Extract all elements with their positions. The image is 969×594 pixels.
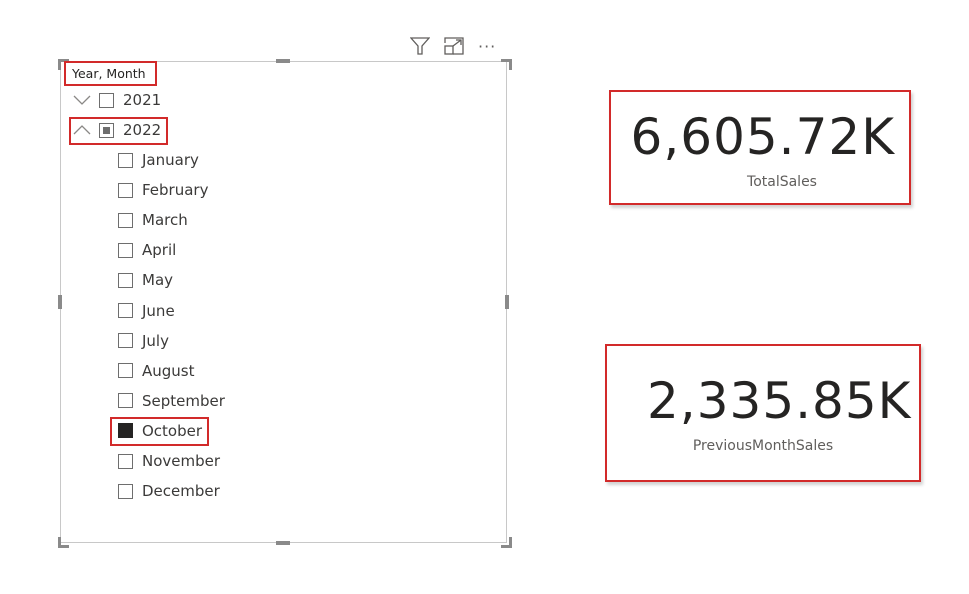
month-label: September bbox=[142, 391, 225, 410]
month-checkbox[interactable] bbox=[118, 242, 133, 258]
chevron-down-icon[interactable] bbox=[73, 93, 91, 107]
month-checkbox[interactable] bbox=[118, 152, 133, 168]
previous-month-sales-card[interactable]: 2,335.85K PreviousMonthSales bbox=[605, 344, 921, 482]
more-options-icon[interactable]: ··· bbox=[478, 37, 496, 56]
year-label: 2021 bbox=[123, 91, 162, 109]
year-row-2021[interactable]: 2021 bbox=[73, 89, 161, 111]
month-checkbox[interactable] bbox=[118, 483, 133, 499]
year-row-2022[interactable]: 2022 bbox=[73, 119, 161, 141]
month-row-december[interactable]: December bbox=[118, 480, 220, 502]
month-checkbox[interactable] bbox=[118, 303, 133, 318]
month-row-july[interactable]: July bbox=[118, 330, 169, 352]
month-row-august[interactable]: August bbox=[118, 360, 195, 382]
card-label: PreviousMonthSales bbox=[692, 438, 834, 454]
month-label: July bbox=[142, 331, 169, 350]
month-checkbox[interactable] bbox=[118, 393, 133, 409]
year-checkbox-2021[interactable] bbox=[99, 92, 114, 108]
month-row-february[interactable]: February bbox=[118, 179, 208, 201]
month-label: November bbox=[142, 452, 221, 470]
year-label: 2022 bbox=[123, 121, 162, 139]
card-value: 2,335.85K bbox=[647, 372, 912, 430]
resize-corner-bottom-left[interactable] bbox=[58, 537, 69, 548]
resize-handle-right[interactable] bbox=[505, 295, 509, 309]
month-checkbox[interactable] bbox=[118, 272, 133, 288]
card-label: TotalSales bbox=[747, 174, 817, 190]
month-row-may[interactable]: May bbox=[118, 269, 173, 291]
resize-corner-top-right[interactable] bbox=[501, 59, 512, 70]
resize-corner-bottom-right[interactable] bbox=[501, 537, 512, 548]
month-checkbox[interactable] bbox=[118, 363, 133, 379]
month-row-november[interactable]: November bbox=[118, 450, 220, 472]
month-label: August bbox=[142, 361, 195, 380]
month-row-june[interactable]: June bbox=[118, 300, 175, 322]
highlight-october bbox=[110, 417, 209, 446]
slicer-header: Year, Month bbox=[64, 61, 157, 86]
month-label: February bbox=[142, 181, 209, 200]
month-row-january[interactable]: January bbox=[118, 149, 199, 171]
month-checkbox[interactable] bbox=[118, 212, 133, 228]
total-sales-card[interactable]: 6,605.72K TotalSales bbox=[609, 90, 911, 205]
filter-icon[interactable] bbox=[410, 37, 430, 55]
resize-handle-left[interactable] bbox=[58, 295, 62, 309]
month-checkbox[interactable] bbox=[118, 453, 133, 469]
month-label: January bbox=[142, 151, 199, 169]
visual-header-toolbar: ··· bbox=[410, 36, 496, 56]
month-label: March bbox=[142, 211, 188, 230]
month-label: June bbox=[142, 301, 175, 320]
month-row-april[interactable]: April bbox=[118, 239, 176, 261]
month-checkbox[interactable] bbox=[118, 333, 133, 349]
chevron-up-icon[interactable] bbox=[73, 123, 91, 137]
month-label: April bbox=[142, 241, 177, 260]
month-label: December bbox=[142, 482, 220, 501]
month-checkbox[interactable] bbox=[118, 182, 133, 198]
month-row-september[interactable]: September bbox=[118, 390, 225, 412]
resize-handle-bottom[interactable] bbox=[276, 541, 290, 545]
slicer-header-label: Year, Month bbox=[72, 66, 146, 81]
focus-mode-icon[interactable] bbox=[444, 37, 464, 55]
resize-handle-top[interactable] bbox=[276, 59, 290, 63]
month-row-march[interactable]: March bbox=[118, 209, 188, 231]
year-checkbox-2022[interactable] bbox=[99, 122, 114, 138]
month-label: May bbox=[142, 271, 174, 290]
card-value: 6,605.72K bbox=[630, 108, 895, 166]
